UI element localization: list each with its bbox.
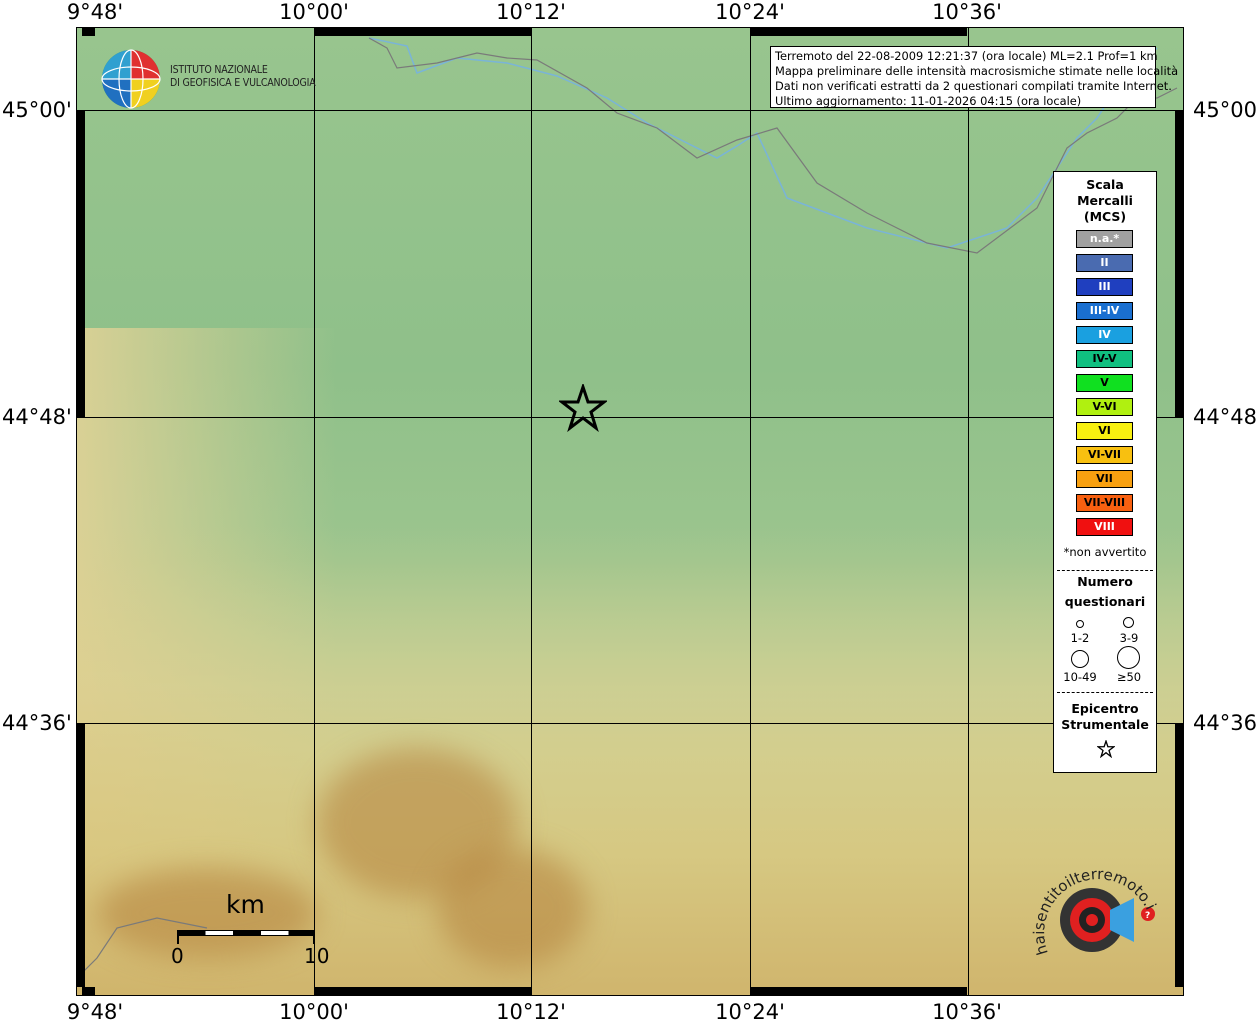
scalebar-unit: km [226,890,265,919]
legend-count-title: questionari [1064,594,1146,609]
count-circle-xlarge [1117,646,1140,669]
latitude-label: 44°36' [1193,711,1257,735]
map-area[interactable] [76,27,1184,996]
event-info-box: Terremoto del 22-08-2009 12:21:37 (ora l… [770,46,1179,108]
legend-divider [1057,692,1153,693]
scalebar-tick [177,930,179,944]
longitude-label: 9°48' [66,0,124,24]
frame-border-segment [750,987,967,996]
frame-border-segment [314,987,531,996]
latitude-label: 44°48' [2,405,72,429]
count-circle-medium [1123,617,1134,628]
intensity-swatch: VI-VII [1076,446,1133,464]
intensity-swatch: V [1076,374,1133,392]
intensity-swatch: III [1076,278,1133,296]
legend-divider [1057,570,1153,571]
meridian-line [531,28,532,995]
frame-border-segment [82,987,95,996]
logo-line: ISTITUTO NAZIONALE [170,64,268,76]
latitude-label: 44°48' [1193,405,1257,429]
parallel-line [77,417,1183,418]
legend-panel: Scala Mercalli (MCS) n.a.* II III III-IV IV I… [1053,171,1157,773]
legend-title: (MCS) [1083,209,1127,224]
count-circle-small [1076,620,1084,628]
intensity-swatch: IV [1076,326,1133,344]
frame-border-segment [76,110,85,417]
count-circle-large [1071,650,1089,668]
legend-title: Mercalli [1077,193,1133,208]
event-info-line: Terremoto del 22-08-2009 12:21:37 (ora l… [775,49,1158,63]
intensity-swatch: VI [1076,422,1133,440]
event-info-line: Dati non verificati estratti da 2 questi… [775,79,1172,93]
intensity-swatch: VIII [1076,518,1133,536]
longitude-label: 10°00' [279,1000,349,1024]
longitude-label: 10°00' [279,0,349,24]
intensity-swatch: V-VI [1076,398,1133,416]
intensity-swatch: III-IV [1076,302,1133,320]
longitude-label: 10°24' [715,0,785,24]
intensity-swatch: II [1076,254,1133,272]
meridian-line [968,28,969,995]
legend-star-icon [1097,740,1115,758]
ingv-logo-icon [101,49,161,109]
intensity-swatch: VII-VIII [1076,494,1133,512]
intensity-swatch: IV-V [1076,350,1133,368]
longitude-label: 10°12' [496,1000,566,1024]
logo-line: DI GEOFISICA E VULCANOLOGIA [170,77,316,89]
longitude-label: 10°36' [932,1000,1002,1024]
scalebar-start: 0 [171,944,184,968]
parallel-line [77,723,1183,724]
legend-epicenter-title: Strumentale [1061,717,1149,732]
event-info-line: Ultimo aggiornamento: 11-01-2026 04:15 (… [775,94,1082,108]
haisentito-logo-icon[interactable]: ? haisentitoilterremoto.it [1032,858,1162,983]
intensity-swatch: n.a.* [1076,230,1133,248]
ingv-logo-text: ISTITUTO NAZIONALE DI GEOFISICA E VULCAN… [170,64,316,90]
latitude-label: 45°00' [1193,98,1257,122]
frame-border-segment [1175,723,1184,987]
count-label: 1-2 [1070,631,1090,645]
longitude-label: 10°12' [496,0,566,24]
legend-epicenter-title: Epicentro [1071,701,1139,716]
frame-border-segment [76,723,85,987]
svg-text:?: ? [1145,911,1150,921]
legend-note: *non avvertito [1063,545,1147,559]
meridian-line [314,28,315,995]
scalebar-end: 10 [304,944,330,968]
longitude-label: 9°48' [66,1000,124,1024]
latitude-label: 45°00' [2,98,72,122]
epicenter-star-icon[interactable] [559,384,607,432]
frame-border-segment [1175,110,1184,417]
count-label: 3-9 [1119,631,1139,645]
legend-count-title: Numero [1077,574,1133,589]
event-info-line: Mappa preliminare delle intensità macros… [775,64,1179,78]
intensity-swatch: VII [1076,470,1133,488]
longitude-label: 10°24' [715,1000,785,1024]
count-label: ≥50 [1116,670,1142,684]
frame-border-segment [314,27,531,36]
legend-title: Scala [1086,177,1124,192]
scalebar-tick [313,930,315,944]
rivers-borders [77,37,1178,979]
frame-border-segment [750,27,967,36]
latitude-label: 44°36' [2,711,72,735]
count-label: 10-49 [1063,670,1097,684]
longitude-label: 10°36' [932,0,1002,24]
frame-border-segment [82,27,95,36]
scalebar [177,930,315,936]
parallel-line [77,110,1183,111]
meridian-line [750,28,751,995]
